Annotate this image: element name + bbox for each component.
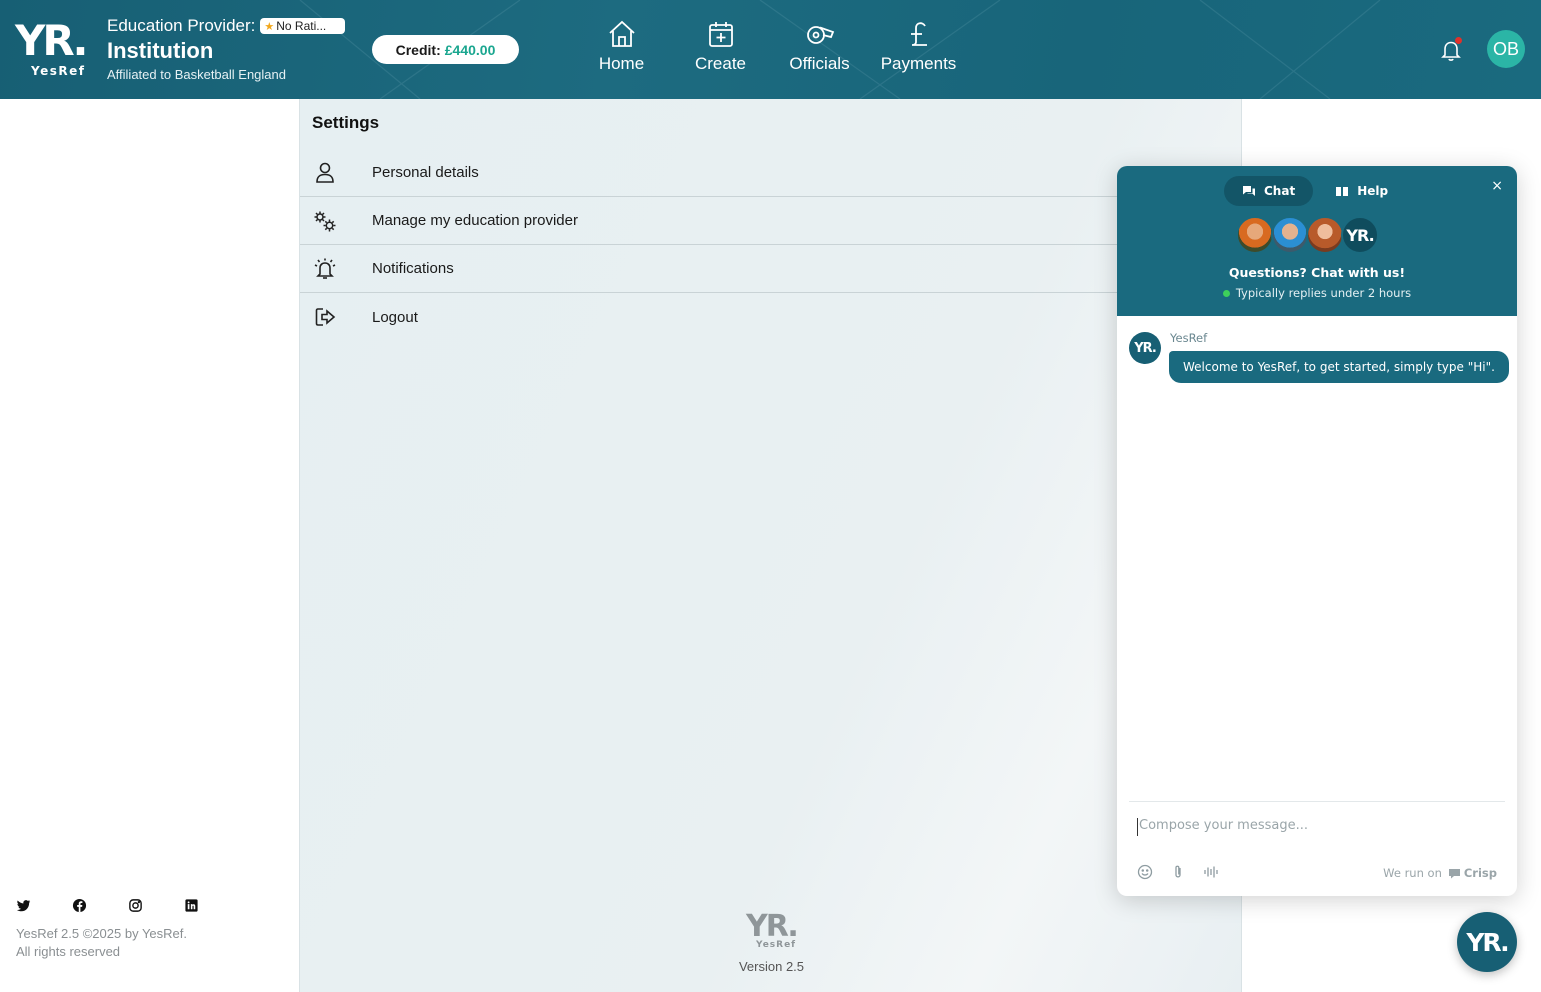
credit-amount: £440.00 [444,41,496,58]
chat-launcher-button[interactable]: YR. [1457,912,1517,972]
sender-avatar: YR. [1129,332,1161,364]
audio-wave-icon[interactable] [1203,864,1219,880]
instagram-icon[interactable] [128,898,143,913]
menu-personal-details[interactable]: Personal details [300,149,1243,197]
chat-header: Chat Help × YR. Questions? Chat with us!… [1117,166,1517,316]
notifications-bell[interactable] [1437,36,1465,64]
rating-badge: ★ No Rati... [260,18,346,34]
provider-affiliation: Affiliated to Basketball England [107,67,286,82]
chat-question: Questions? Chat with us! [1228,265,1406,280]
agent-avatars: YR. [1236,216,1379,254]
nav-home[interactable]: Home [572,18,671,74]
agent-logo-avatar: YR. [1341,216,1379,254]
nav-officials[interactable]: Officials [770,18,869,74]
chat-tabs: Chat Help [1224,176,1406,206]
credit-label: Credit: [395,41,441,58]
facebook-icon[interactable] [72,898,87,913]
user-avatar[interactable]: OB [1487,30,1525,68]
footer-logo: YR. YesRef [746,909,799,951]
compose-tools [1137,864,1219,880]
provider-role: Education Provider: [107,16,256,35]
agent-avatar [1306,216,1344,254]
provider-info: Education Provider: ★ No Rati... Institu… [107,16,346,82]
page-title: Settings [312,113,380,132]
powered-by[interactable]: We run on Crisp [1383,866,1497,880]
close-icon[interactable]: × [1491,178,1503,194]
message-sender: YesRef [1170,331,1208,345]
tab-help[interactable]: Help [1317,176,1406,206]
attachment-icon[interactable] [1170,864,1186,880]
bell-ringing-icon [314,258,336,279]
settings-panel: Settings Personal details Manage my educ… [299,99,1243,992]
chat-bubbles-icon [1243,186,1255,196]
gears-icon [314,211,336,232]
provider-name: Institution [107,38,214,63]
menu-notifications[interactable]: Notifications [300,245,1243,293]
tab-chat[interactable]: Chat [1224,176,1314,206]
social-links [16,898,199,913]
crisp-logo-icon [1448,868,1460,878]
credit-pill[interactable]: Credit: £440.00 [372,35,519,64]
menu-logout[interactable]: Logout [300,293,1243,341]
agent-avatar [1236,216,1274,254]
chat-widget: Chat Help × YR. Questions? Chat with us!… [1117,166,1517,896]
user-icon [316,162,334,183]
twitter-icon[interactable] [16,898,31,913]
copyright: YesRef 2.5 ©2025 by YesRef. All rights r… [16,926,187,959]
top-navbar: YR. YesRef Education Provider: ★ No Rati… [0,0,1541,99]
home-icon [608,20,635,47]
crisp-brand: Crisp [1448,866,1497,880]
menu-manage-provider[interactable]: Manage my education provider [300,197,1243,245]
nav-payments[interactable]: Payments [869,18,968,74]
agent-avatar [1271,216,1309,254]
message-bubble: Welcome to YesRef, to get started, simpl… [1169,351,1509,383]
reply-time: Typically replies under 2 hours [1117,286,1517,300]
emoji-icon[interactable] [1137,864,1153,880]
calendar-plus-icon [708,22,733,47]
yesref-logo[interactable]: YR. YesRef [15,20,95,80]
whistle-icon [806,26,834,44]
linkedin-icon[interactable] [184,898,199,913]
book-icon [1336,187,1349,196]
compose-input[interactable]: Compose your message... [1137,818,1477,836]
divider [1129,801,1505,802]
app-version: Version 2.5 [738,959,805,974]
nav-create[interactable]: Create [671,18,770,74]
star-icon: ★ [264,20,275,33]
online-dot [1222,289,1230,297]
settings-menu: Personal details Manage my education pro… [300,149,1243,341]
pound-icon [910,22,927,46]
main-nav: Home Create Officials Payments [572,18,968,74]
unread-dot [1455,37,1462,44]
logout-icon [315,308,336,326]
